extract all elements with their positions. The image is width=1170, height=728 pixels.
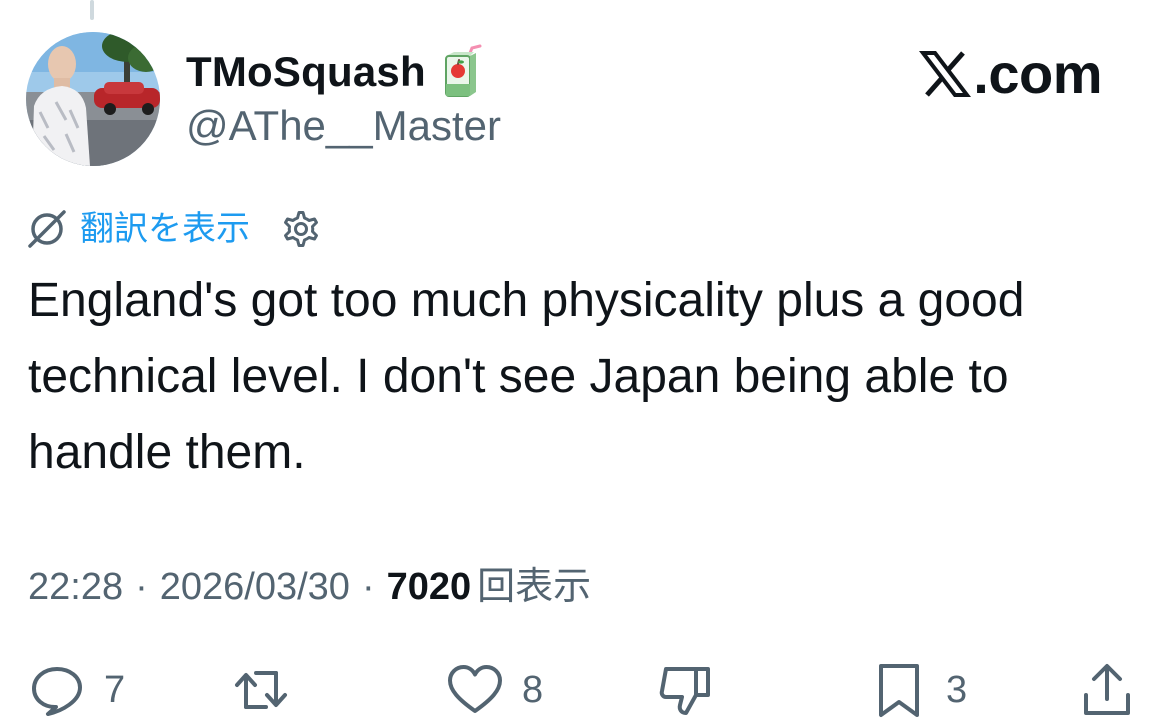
avatar[interactable] xyxy=(26,32,160,166)
display-name[interactable]: TMoSquash xyxy=(186,44,426,100)
share-icon xyxy=(1084,664,1130,715)
views-count: 7020 xyxy=(386,566,472,608)
views-label: 回表示 xyxy=(477,566,592,608)
reply-icon xyxy=(32,667,82,716)
like-count: 8 xyxy=(522,669,544,711)
tweet-text: England's got too much physicality plus … xyxy=(28,274,1025,479)
bookmark-button[interactable]: 3 xyxy=(870,654,967,726)
juice-box-icon xyxy=(444,44,482,97)
x-logo-icon xyxy=(919,51,972,97)
brand-domain-text: .com xyxy=(973,42,1102,105)
author-handle[interactable]: @AThe__Master xyxy=(186,98,501,154)
avatar-photo xyxy=(26,32,160,166)
retweet-icon xyxy=(235,671,287,709)
author-name-row: TMoSquash xyxy=(186,44,484,100)
post-date[interactable]: 2026/03/30 xyxy=(160,560,350,614)
meta-separator: · xyxy=(361,566,375,608)
bookmark-count: 3 xyxy=(946,669,968,711)
dislike-button[interactable] xyxy=(656,654,732,726)
tweet-metadata: 22:28 · 2026/03/30 · 7020 回表示 xyxy=(28,560,591,614)
translate-bar: 翻訳を表示 xyxy=(26,202,324,256)
post-time[interactable]: 22:28 xyxy=(28,560,123,614)
meta-separator: · xyxy=(135,566,148,608)
bookmark-icon xyxy=(879,664,919,717)
reply-button[interactable]: 7 xyxy=(28,654,125,726)
gear-icon[interactable] xyxy=(278,206,324,252)
show-translation-link[interactable]: 翻訳を表示 xyxy=(26,207,250,251)
share-button[interactable] xyxy=(1078,654,1154,726)
thread-connector-line xyxy=(90,0,94,20)
reply-count: 7 xyxy=(104,669,126,711)
brand-logo: .com xyxy=(919,42,1102,106)
dislike-icon xyxy=(659,667,710,715)
no-translate-icon xyxy=(28,210,66,248)
action-bar: 7 8 3 xyxy=(0,654,1170,726)
heart-icon xyxy=(448,665,502,713)
retweet-button[interactable] xyxy=(232,654,308,726)
show-translation-label: 翻訳を表示 xyxy=(80,210,250,248)
like-button[interactable]: 8 xyxy=(446,654,543,726)
